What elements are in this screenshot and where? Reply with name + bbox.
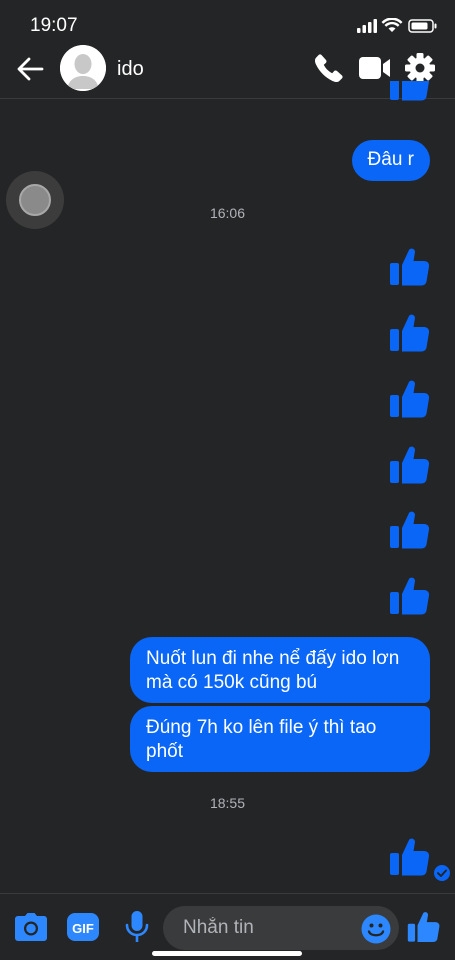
phone-icon[interactable]: [313, 52, 345, 84]
thumbs-up-icon[interactable]: [389, 246, 431, 288]
status-bar: 19:07: [0, 0, 455, 40]
message-text: Nuốt lun đi nhe nể đấy ido lơn mà có 150…: [146, 648, 400, 693]
camera-icon[interactable]: [14, 912, 48, 942]
gif-icon[interactable]: GIF: [67, 912, 99, 942]
avatar[interactable]: [60, 45, 106, 91]
thumbs-up-icon[interactable]: [389, 575, 431, 617]
thumbs-up-icon[interactable]: [389, 444, 431, 486]
contact-name[interactable]: ido: [117, 58, 144, 81]
conversation-header: ido: [0, 40, 455, 99]
video-camera-icon[interactable]: [358, 52, 392, 84]
microphone-icon[interactable]: [124, 910, 150, 944]
timestamp: 18:55: [209, 795, 246, 811]
status-icons: [357, 17, 439, 34]
home-indicator[interactable]: [152, 951, 302, 956]
message-bubble[interactable]: Đúng 7h ko lên file ý thì tao phốt: [130, 706, 430, 772]
thumbs-up-icon[interactable]: [389, 312, 431, 354]
back-arrow-icon[interactable]: [14, 54, 46, 84]
thumbs-up-icon[interactable]: [389, 836, 431, 878]
message-thread[interactable]: Đâu r 16:06 Nuốt lun đi nhe nể đấy ido l…: [0, 81, 455, 892]
thumbs-up-icon[interactable]: [389, 81, 431, 103]
gif-label: GIF: [72, 921, 94, 936]
messenger-chat-screen: 19:07 ido Đâu r 16:06 Nuốt lun đi nhe nể…: [0, 0, 455, 960]
status-time: 19:07: [30, 15, 78, 36]
gear-icon[interactable]: [403, 52, 437, 84]
battery-icon: [408, 19, 437, 33]
thumbs-up-icon[interactable]: [389, 378, 431, 420]
wifi-icon: [381, 17, 403, 32]
thumbs-up-icon[interactable]: [407, 910, 441, 944]
message-text: Đúng 7h ko lên file ý thì tao phốt: [146, 717, 377, 762]
message-bubble[interactable]: Đâu r: [351, 140, 430, 181]
seen-check-icon: [433, 864, 451, 882]
timestamp: 16:06: [209, 205, 246, 221]
thumbs-up-icon[interactable]: [389, 509, 431, 551]
emoji-icon[interactable]: [361, 914, 391, 944]
signal-icon: [357, 19, 377, 33]
message-composer: GIF: [0, 893, 455, 960]
message-text: Đâu r: [367, 149, 414, 170]
message-bubble[interactable]: Nuốt lun đi nhe nể đấy ido lơn mà có 150…: [130, 637, 430, 703]
default-avatar-icon: [60, 45, 106, 91]
